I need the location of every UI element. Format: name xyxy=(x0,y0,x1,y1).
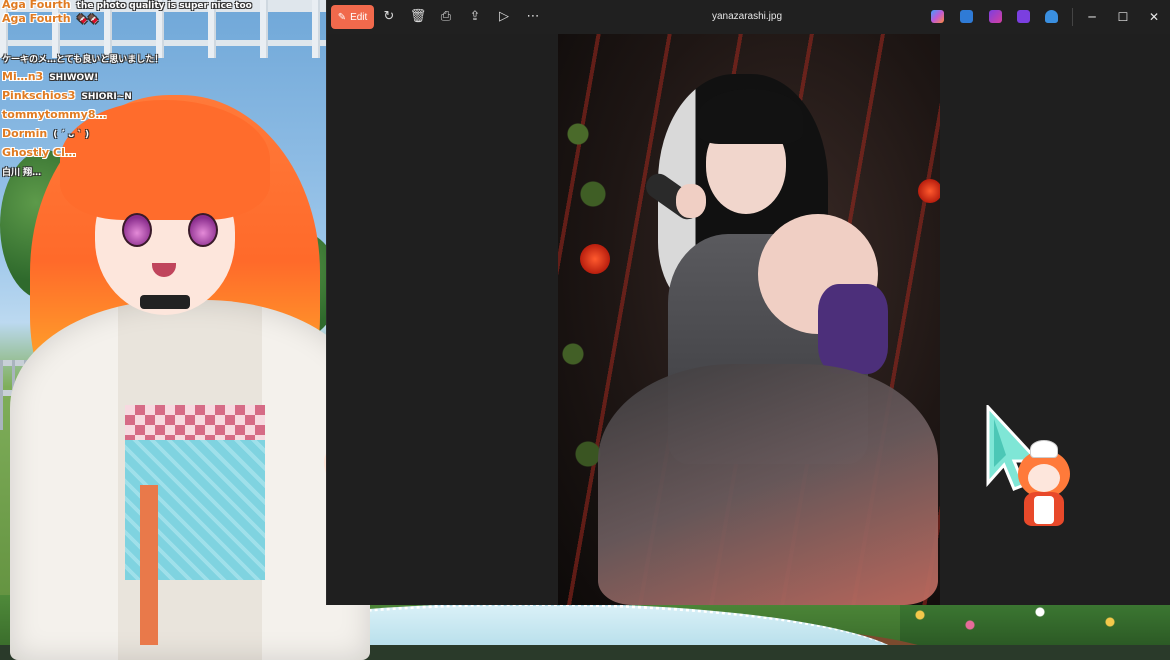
avatar-right-eye xyxy=(188,213,218,247)
photo-model-jacket xyxy=(818,284,888,374)
minimize-button[interactable]: ─ xyxy=(1077,0,1107,34)
print-icon[interactable]: ⎙ xyxy=(437,8,455,26)
mascot-apron xyxy=(1034,496,1054,524)
chef-mascot xyxy=(1010,440,1080,535)
chat-line: Pinkschios3 SHIORI~N xyxy=(2,89,132,102)
chat-username: Pinkschios3 xyxy=(2,89,76,102)
file-name: yanazarashi.jpg xyxy=(711,11,783,22)
photo-model-hand xyxy=(676,184,706,218)
chat-line: Aga Fourth the photo quality is super nic… xyxy=(2,0,252,11)
clipchamp-video-icon[interactable] xyxy=(1017,10,1030,23)
chat-username: Aga Fourth xyxy=(2,0,71,11)
chat-username: Dormin xyxy=(2,127,48,140)
chat-line: Aga Fourth 🍫🍫 xyxy=(2,12,99,25)
rotate-icon[interactable]: ↻ xyxy=(380,8,398,26)
photo-model-skirt xyxy=(598,364,938,605)
flower-bed xyxy=(900,600,1170,645)
chat-message: SHIWOW! xyxy=(49,73,99,83)
chat-message: ケーキのメ…とても良いと思いました！ xyxy=(2,55,164,65)
title-bar: ✎ Edit ↻ 🗑 ⎙ ⇪ ▷ ⋯ yanazarashi.jpg ─ ☐ ✕ xyxy=(327,0,1170,34)
more-icon[interactable]: ⋯ xyxy=(524,8,542,26)
avatar-obi-cord xyxy=(140,485,158,645)
chat-line: 白川 翔… xyxy=(2,165,41,178)
avatar-left-eye xyxy=(122,213,152,247)
onedrive-icon[interactable] xyxy=(1045,10,1058,23)
slideshow-icon[interactable]: ▷ xyxy=(495,8,513,26)
chat-line: Mi…n3 SHIWOW! xyxy=(2,70,98,83)
chat-username: Ghostly Cl… xyxy=(2,146,76,159)
chat-username: Aga Fourth xyxy=(2,12,71,25)
delete-icon[interactable]: 🗑 xyxy=(409,8,427,26)
chat-line: ケーキのメ…とても良いと思いました！ xyxy=(2,52,163,65)
avatar-choker xyxy=(140,295,190,309)
chat-line: tommytommy8… xyxy=(2,108,106,121)
photo-rose xyxy=(918,179,940,203)
chat-message: SHIORI~N xyxy=(81,92,132,102)
mascot-face xyxy=(1028,464,1060,492)
photo-rose xyxy=(580,244,610,274)
displayed-photo[interactable] xyxy=(558,34,940,605)
chat-line: Dormin ( ´ ᴗ ` ) xyxy=(2,127,89,140)
title-divider xyxy=(1072,8,1073,26)
edit-button[interactable]: ✎ Edit xyxy=(331,5,374,29)
clipchamp-icon[interactable] xyxy=(960,10,973,23)
photo-model-fringe xyxy=(698,89,803,144)
copilot-icon[interactable] xyxy=(931,10,944,23)
chat-username: tommytommy8… xyxy=(2,108,107,121)
edit-button-label: Edit xyxy=(350,11,368,23)
chat-emotes: 🍫🍫 xyxy=(76,15,100,25)
chat-username: Mi…n3 xyxy=(2,70,44,83)
share-icon[interactable]: ⇪ xyxy=(466,8,484,26)
maximize-button[interactable]: ☐ xyxy=(1108,0,1138,34)
designer-icon[interactable] xyxy=(989,10,1002,23)
chat-username: 白川 翔… xyxy=(2,168,42,178)
mascot-chef-hat xyxy=(1030,440,1058,458)
chat-line: Ghostly Cl… xyxy=(2,146,76,159)
avatar-collar-pattern xyxy=(125,405,265,445)
chat-message: ( ´ ᴗ ` ) xyxy=(53,130,90,140)
chat-message: the photo quality is super nice too xyxy=(76,1,252,11)
edit-icon: ✎ xyxy=(337,11,347,23)
close-button[interactable]: ✕ xyxy=(1139,0,1169,34)
